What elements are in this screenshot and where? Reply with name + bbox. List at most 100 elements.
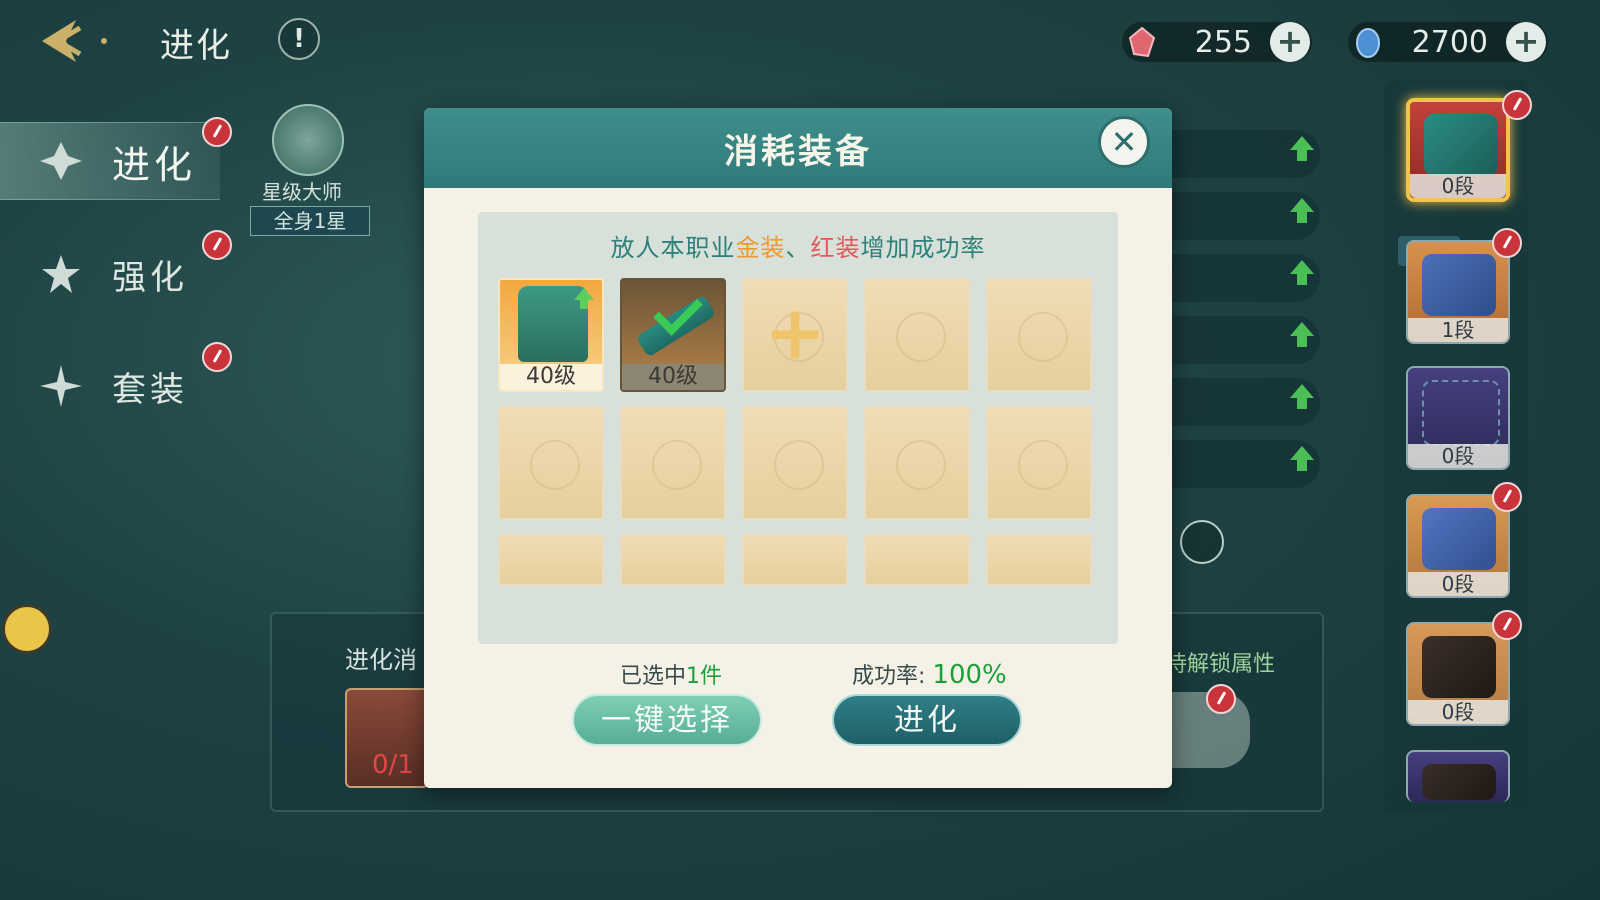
notification-dot (1492, 482, 1522, 512)
assistant-avatar-icon[interactable] (2, 604, 52, 654)
selected-count: 已选中1件 (620, 658, 722, 690)
notification-dot (202, 230, 232, 260)
dialog-title: 消耗装备 (724, 132, 872, 172)
sidebar-item-enhance[interactable]: 强化 (0, 230, 232, 312)
selected-count-value: 1件 (686, 664, 723, 689)
upgrade-arrow-icon (574, 288, 594, 309)
star-master-icon[interactable] (272, 104, 344, 176)
equipment-stage: 0段 (1410, 174, 1506, 198)
zoom-icon[interactable] (1180, 520, 1224, 564)
success-rate: 成功率: 100% (852, 658, 1007, 690)
equipment-slot-necklace[interactable]: 0段 (1406, 366, 1510, 470)
plus-icon: + (763, 290, 826, 376)
sidebar-item-set[interactable]: 套装 (0, 342, 232, 424)
equipment-level: 40级 (622, 364, 724, 390)
upgrade-arrow-icon (1290, 384, 1314, 409)
sidebar-item-evolve[interactable]: 进化 (0, 117, 232, 200)
notification-dot (1492, 610, 1522, 640)
slot-emblem-icon (1018, 440, 1068, 490)
hint-separator: 、 (785, 234, 811, 262)
equipment-slot-pants[interactable]: 0段 (1406, 610, 1522, 726)
set-icon (38, 363, 84, 409)
notification-dot (202, 342, 232, 372)
slot-emblem-icon (1018, 312, 1068, 362)
star-master-level: 全身1星 (250, 206, 370, 236)
auto-select-button[interactable]: 一键选择 (572, 694, 762, 746)
red-gem-icon (1126, 26, 1158, 58)
back-arrow-icon (42, 20, 107, 62)
success-rate-value: 100% (932, 660, 1007, 690)
upgrade-arrow-icon (1290, 198, 1314, 223)
empty-slot[interactable] (986, 406, 1092, 520)
hint-prefix: 放人本职业 (610, 234, 736, 262)
notification-dot (1492, 228, 1522, 258)
gloves-icon (1422, 254, 1496, 316)
notification-dot (202, 117, 232, 147)
slot-emblem-icon (530, 440, 580, 490)
equipment-level: 40级 (500, 364, 602, 390)
upgrade-arrow-icon (1290, 136, 1314, 161)
equipment-slot-selected[interactable]: 40级 (620, 278, 726, 392)
empty-slot[interactable] (498, 534, 604, 586)
pants-icon (1422, 636, 1496, 698)
empty-slot[interactable] (620, 534, 726, 586)
equipment-slot-weapon[interactable]: 0段 (1406, 90, 1532, 202)
hint-red: 红装 (810, 234, 861, 262)
dialog-header: 消耗装备 ✕ (424, 108, 1172, 188)
selected-prefix: 已选中 (620, 664, 687, 689)
hint-text: 放人本职业金装、红装增加成功率 (478, 228, 1118, 263)
empty-slot[interactable] (742, 406, 848, 520)
slot-emblem-icon (896, 312, 946, 362)
sidebar-item-label: 强化 (112, 257, 188, 298)
empty-slot[interactable] (986, 278, 1092, 392)
evolve-button[interactable]: 进化 (832, 694, 1022, 746)
equipment-stage: 0段 (1408, 444, 1508, 468)
blue-gem-value: 2700 (1411, 25, 1488, 60)
add-equipment-slot[interactable]: + (742, 278, 848, 392)
close-button[interactable]: ✕ (1098, 116, 1150, 168)
equipment-slot-armor[interactable]: 0段 (1406, 482, 1522, 598)
equipment-stage: 0段 (1408, 572, 1508, 596)
empty-slot[interactable] (498, 406, 604, 520)
empty-slot[interactable] (742, 534, 848, 586)
evolve-icon (38, 138, 84, 184)
upgrade-arrow-icon (1290, 446, 1314, 471)
necklace-icon (1422, 380, 1500, 446)
sidebar-item-label: 进化 (112, 142, 197, 187)
page-title: 进化 (160, 26, 232, 66)
hint-gold: 金装 (735, 234, 786, 262)
hint-suffix: 增加成功率 (860, 234, 986, 262)
back-button[interactable] (36, 14, 112, 68)
empty-slot[interactable] (864, 406, 970, 520)
unlock-attribute-text: 待解锁属性 (1165, 652, 1276, 677)
cost-label: 进化消 (345, 646, 417, 674)
equipment-stage: 1段 (1408, 318, 1508, 342)
info-button[interactable]: ! (278, 18, 320, 60)
gun-icon (1424, 114, 1498, 176)
add-red-gem-button[interactable]: + (1270, 22, 1310, 62)
close-icon: ✕ (1110, 123, 1138, 161)
cost-count: 0/1 (372, 750, 414, 780)
currency-blue-gem: 2700 + (1348, 22, 1548, 62)
slot-emblem-icon (774, 440, 824, 490)
equipment-stage: 0段 (1408, 700, 1508, 724)
star-master-label: 星级大师 (262, 180, 342, 204)
upgrade-arrow-icon (1290, 322, 1314, 347)
boots-icon (1422, 764, 1496, 800)
empty-slot[interactable] (864, 278, 970, 392)
slot-emblem-icon (896, 440, 946, 490)
equipment-grid-panel: 放人本职业金装、红装增加成功率 40级 40级 + (478, 212, 1118, 644)
blue-gem-icon (1352, 26, 1384, 58)
equipment-slot[interactable]: 40级 (498, 278, 604, 392)
empty-slot[interactable] (986, 534, 1092, 586)
enhance-icon (38, 251, 84, 297)
sidebar-item-label: 套装 (112, 369, 188, 410)
consume-equipment-dialog: 消耗装备 ✕ 放人本职业金装、红装增加成功率 40级 40级 + 已选中1件 成… (424, 108, 1172, 788)
empty-slot[interactable] (620, 406, 726, 520)
notification-dot (1206, 684, 1236, 714)
armor-icon (1422, 508, 1496, 570)
equipment-slot-gloves[interactable]: 1段 (1406, 228, 1522, 344)
empty-slot[interactable] (864, 534, 970, 586)
add-blue-gem-button[interactable]: + (1506, 22, 1546, 62)
equipment-slot-boots[interactable] (1406, 750, 1510, 802)
